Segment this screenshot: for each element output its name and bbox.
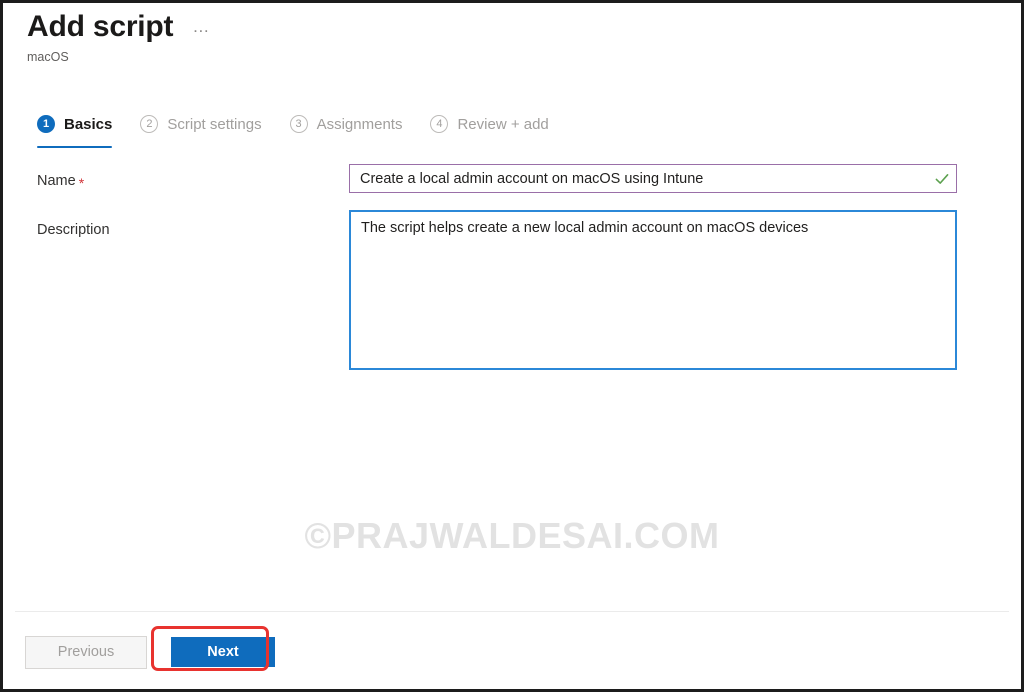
description-input-container <box>349 210 957 370</box>
name-field-label: Name * <box>37 171 84 193</box>
footer-divider <box>15 611 1009 612</box>
checkmark-icon <box>928 165 956 192</box>
tab-assignments-number: 3 <box>289 115 308 133</box>
description-field-row: Description <box>37 210 1021 380</box>
tab-assignments-label: Assignments <box>316 115 403 133</box>
description-textarea[interactable] <box>351 212 955 368</box>
tab-script-settings-label: Script settings <box>167 115 262 133</box>
tab-active-underline <box>37 145 113 148</box>
name-label-text: Name <box>37 173 76 189</box>
tab-assignments[interactable]: 3 Assignments <box>289 107 403 141</box>
name-input[interactable] <box>350 165 928 192</box>
tab-script-settings-number: 2 <box>140 115 159 133</box>
page-title: Add script <box>27 10 174 43</box>
title-row: Add script … <box>27 7 997 47</box>
name-input-container <box>349 164 957 193</box>
required-asterisk: * <box>78 175 85 191</box>
watermark: ©PRAJWALDESAI.COM <box>304 515 720 556</box>
footer-actions: Previous Next <box>25 634 275 670</box>
next-button[interactable]: Next <box>171 637 275 667</box>
tab-script-settings[interactable]: 2 Script settings <box>140 107 262 141</box>
tab-basics-label: Basics <box>64 115 113 133</box>
tab-review-add[interactable]: 4 Review + add <box>430 107 549 141</box>
wizard-tabs: 1 Basics 2 Script settings 3 Assignments… <box>37 107 577 148</box>
tab-basics-number: 1 <box>37 115 55 133</box>
tab-review-add-number: 4 <box>430 115 449 133</box>
name-field-row: Name * <box>37 164 1021 201</box>
description-field-label: Description <box>37 222 110 238</box>
tab-basics[interactable]: 1 Basics <box>37 107 113 148</box>
screenshot-frame: Add script … macOS 1 Basics 2 Script set… <box>0 0 1024 692</box>
panel-header: Add script … macOS <box>27 7 997 73</box>
add-script-wizard-panel: Add script … macOS 1 Basics 2 Script set… <box>3 3 1021 689</box>
page-subtitle: macOS <box>27 50 69 64</box>
previous-button[interactable]: Previous <box>25 635 147 669</box>
more-options-icon[interactable]: … <box>192 17 211 37</box>
tab-review-add-label: Review + add <box>457 115 549 133</box>
